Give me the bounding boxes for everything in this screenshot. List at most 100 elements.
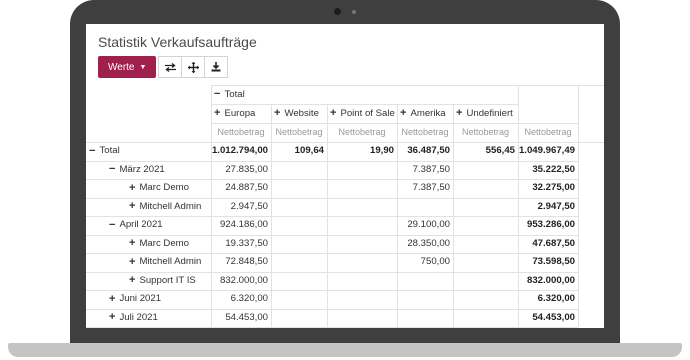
row-total-cell[interactable]: 832.000,00 xyxy=(518,272,578,291)
header-label: Europa xyxy=(224,107,256,119)
column-header[interactable]: + Amerika xyxy=(397,104,453,123)
value-cell[interactable] xyxy=(397,309,453,328)
value-cell[interactable] xyxy=(453,272,518,291)
collapse-minus-icon: − xyxy=(109,218,116,231)
row-total-cell[interactable]: 953.286,00 xyxy=(518,216,578,235)
column-header[interactable]: + Europa xyxy=(211,104,271,123)
expand-all-button[interactable] xyxy=(181,56,206,78)
grid-line xyxy=(327,104,328,327)
row-header[interactable]: + Marc Demo xyxy=(86,179,211,198)
row-total-cell[interactable]: 6.320,00 xyxy=(518,290,578,309)
grid-line xyxy=(86,179,578,180)
measures-dropdown-button[interactable]: Werte ▼ xyxy=(98,56,157,78)
row-header[interactable]: − Total xyxy=(86,142,211,161)
row-header[interactable]: − März 2021 xyxy=(86,161,211,180)
value-cell[interactable]: 109,64 xyxy=(271,142,327,161)
value-cell[interactable] xyxy=(327,235,397,254)
value-cell[interactable]: 832.000,00 xyxy=(211,272,271,291)
row-header[interactable]: + Marc Demo xyxy=(86,235,211,254)
row-header[interactable]: + Juli 2021 xyxy=(86,309,211,328)
expand-plus-icon: + xyxy=(214,107,221,119)
value-cell[interactable] xyxy=(271,290,327,309)
expand-plus-icon: + xyxy=(129,200,136,213)
row-header[interactable]: + Support IT IS xyxy=(86,272,211,291)
value-cell[interactable] xyxy=(397,272,453,291)
expand-all-icon xyxy=(187,61,199,73)
header-label: Marc Demo xyxy=(139,182,190,194)
value-cell[interactable] xyxy=(271,253,327,272)
value-cell[interactable]: 28.350,00 xyxy=(397,235,453,254)
download-button[interactable] xyxy=(204,56,229,78)
laptop-base xyxy=(8,343,682,357)
column-header-total[interactable]: − Total xyxy=(211,85,578,104)
value-cell[interactable]: 6.320,00 xyxy=(211,290,271,309)
header-label: Point of Sale xyxy=(340,107,395,119)
expand-plus-icon: + xyxy=(129,274,136,287)
row-total-cell[interactable]: 73.598,50 xyxy=(518,253,578,272)
row-total-cell[interactable]: 35.222,50 xyxy=(518,161,578,180)
expand-plus-icon: + xyxy=(456,107,463,119)
value-cell[interactable]: 7.387,50 xyxy=(397,179,453,198)
row-total-cell[interactable]: 47.687,50 xyxy=(518,235,578,254)
value-cell[interactable] xyxy=(453,309,518,328)
row-total-cell[interactable]: 2.947,50 xyxy=(518,198,578,217)
value-cell[interactable]: 72.848,50 xyxy=(211,253,271,272)
grid-line xyxy=(211,85,212,327)
row-header[interactable]: + Mitchell Admin xyxy=(86,198,211,217)
value-cell[interactable]: 54.453,00 xyxy=(211,309,271,328)
value-cell[interactable]: 19,90 xyxy=(327,142,397,161)
row-header[interactable]: + Mitchell Admin xyxy=(86,253,211,272)
value-cell[interactable]: 7.387,50 xyxy=(397,161,453,180)
value-cell[interactable] xyxy=(327,309,397,328)
value-cell[interactable] xyxy=(271,198,327,217)
value-cell[interactable] xyxy=(453,179,518,198)
grid-line xyxy=(86,216,578,217)
value-cell[interactable] xyxy=(271,216,327,235)
value-cell[interactable] xyxy=(271,309,327,328)
row-header[interactable]: + Juni 2021 xyxy=(86,290,211,309)
value-cell[interactable]: 924.186,00 xyxy=(211,216,271,235)
row-total-cell[interactable]: 54.453,00 xyxy=(518,309,578,328)
column-header[interactable]: + Undefiniert xyxy=(453,104,518,123)
column-header[interactable]: + Website xyxy=(271,104,327,123)
value-cell[interactable]: 24.887,50 xyxy=(211,179,271,198)
grid-line xyxy=(86,290,578,291)
column-header[interactable]: + Point of Sale xyxy=(327,104,397,123)
value-cell[interactable] xyxy=(327,290,397,309)
grid-line xyxy=(211,123,578,124)
value-cell[interactable]: 27.835,00 xyxy=(211,161,271,180)
value-cell[interactable] xyxy=(453,161,518,180)
value-cell[interactable]: 19.337,50 xyxy=(211,235,271,254)
value-cell[interactable] xyxy=(453,290,518,309)
header-label: Mitchell Admin xyxy=(139,256,202,268)
expand-plus-icon: + xyxy=(109,311,116,324)
value-cell[interactable] xyxy=(271,272,327,291)
value-cell[interactable] xyxy=(397,290,453,309)
value-cell[interactable] xyxy=(453,235,518,254)
value-cell[interactable] xyxy=(397,198,453,217)
header-label: Support IT IS xyxy=(139,274,196,286)
value-cell[interactable] xyxy=(327,198,397,217)
value-cell[interactable]: 1.012.794,00 xyxy=(211,142,271,161)
row-total-cell[interactable]: 1.049.967,49 xyxy=(518,142,578,161)
value-cell[interactable] xyxy=(327,161,397,180)
row-header[interactable]: − April 2021 xyxy=(86,216,211,235)
flip-axis-icon xyxy=(164,62,176,72)
value-cell[interactable]: 29.100,00 xyxy=(397,216,453,235)
flip-axis-button[interactable] xyxy=(158,56,183,78)
value-cell[interactable] xyxy=(271,179,327,198)
value-cell[interactable]: 2.947,50 xyxy=(211,198,271,217)
value-cell[interactable] xyxy=(453,216,518,235)
row-total-cell[interactable]: 32.275,00 xyxy=(518,179,578,198)
value-cell[interactable] xyxy=(453,198,518,217)
value-cell[interactable]: 556,45 xyxy=(453,142,518,161)
value-cell[interactable] xyxy=(327,253,397,272)
value-cell[interactable] xyxy=(271,161,327,180)
value-cell[interactable] xyxy=(453,253,518,272)
value-cell[interactable] xyxy=(327,216,397,235)
value-cell[interactable]: 750,00 xyxy=(397,253,453,272)
value-cell[interactable] xyxy=(327,179,397,198)
value-cell[interactable]: 36.487,50 xyxy=(397,142,453,161)
value-cell[interactable] xyxy=(271,235,327,254)
value-cell[interactable] xyxy=(327,272,397,291)
